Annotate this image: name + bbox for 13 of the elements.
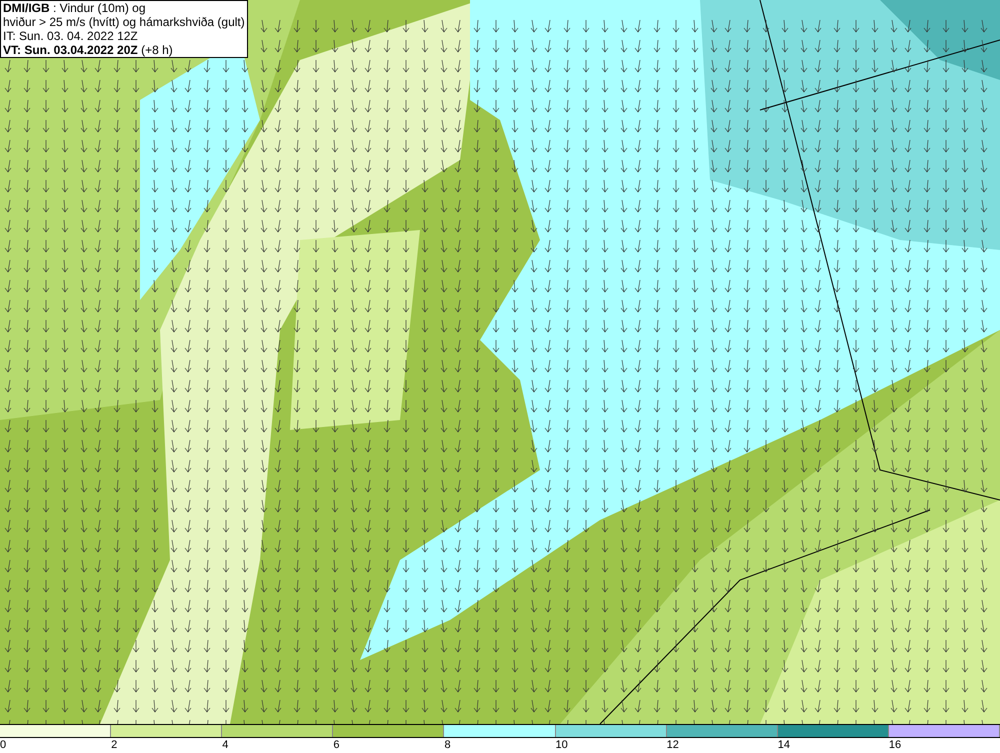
legend-label: 12 [666, 738, 679, 753]
legend-label: 2 [111, 738, 118, 753]
legend-label: 8 [444, 738, 451, 753]
legend-label: 16 [888, 738, 902, 753]
legend-label: 14 [778, 738, 790, 753]
legend-label: 10 [556, 738, 568, 753]
info-text: hviður > 25 m/s (hvítt) og hámarkshviða (gult) [3, 15, 245, 29]
info-text: VT: Sun. 03.04.2022 20Z (+8 h) [3, 43, 174, 57]
legend-label: 0 [0, 738, 6, 753]
info-text: DMI/IGB : Vindur (10m) og [3, 1, 146, 15]
legend-label: 4 [222, 738, 228, 753]
info-text: IT: Sun. 03. 04. 2022 12Z [3, 29, 139, 43]
legend-label: 6 [333, 738, 340, 753]
